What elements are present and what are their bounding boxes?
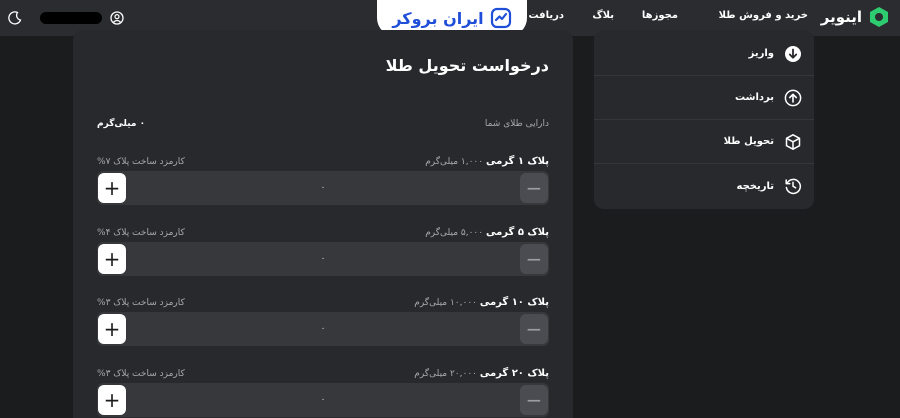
wallet-sidebar: واریز برداشت تحویل طلا تاریخچه (594, 30, 814, 209)
plate-title: پلاک ۱ گرمی (485, 156, 549, 167)
increase-button[interactable]: + (98, 244, 126, 274)
redacted-username (40, 12, 102, 24)
history-icon (785, 178, 801, 195)
balance-value: ۰ میلی‌گرم (97, 119, 146, 129)
quantity-stepper: ۰ + − (97, 383, 549, 417)
decrease-button[interactable]: − (520, 314, 548, 344)
brand-logo-icon (870, 7, 888, 27)
plate-weight: ۱۰,۰۰۰ میلی‌گرم (414, 298, 477, 308)
decrease-button[interactable]: − (520, 244, 548, 274)
plate-weight: ۵,۰۰۰ میلی‌گرم (425, 228, 484, 238)
plate-title: پلاک ۵ گرمی (485, 227, 549, 238)
sidebar-item-gold-delivery[interactable]: تحویل طلا (594, 120, 814, 164)
arrow-down-circle-icon (785, 45, 801, 62)
brand-name: اینویر (820, 8, 862, 26)
sidebar-item-history[interactable]: تاریخچه (594, 164, 814, 208)
sidebar-item-label: واریز (748, 48, 774, 59)
plate-1g-heading: پلاک ۱ گرمی ۱,۰۰۰ میلی‌گرم (425, 156, 549, 167)
box-icon (785, 133, 801, 150)
arrow-up-circle-icon (784, 89, 802, 106)
increase-button[interactable]: + (98, 385, 126, 415)
sidebar-item-label: تاریخچه (736, 180, 775, 192)
nav-buy-sell-gold[interactable]: خرید و فروش طلا (719, 10, 808, 21)
decrease-button[interactable]: − (520, 385, 548, 415)
plate-title: پلاک ۱۰ گرمی (479, 297, 549, 308)
watermark-logo-icon (490, 7, 511, 29)
sidebar-item-deposit[interactable]: واریز (594, 32, 814, 76)
plate-fee: کارمزد ساخت پلاک ۳% (97, 298, 185, 308)
sidebar-item-label: برداشت (735, 92, 774, 103)
gold-delivery-card: درخواست تحویل طلا دارایی طلای شما ۰ میلی… (73, 30, 573, 418)
quantity-stepper: ۰ + − (97, 312, 549, 346)
quantity-value: ۰ (320, 395, 326, 405)
watermark-text: ایران بروکر (392, 8, 484, 28)
quantity-value: ۰ (320, 324, 326, 334)
quantity-stepper: ۰ + − (97, 171, 549, 205)
user-icon[interactable] (110, 11, 124, 25)
balance-label: دارایی طلای شما (484, 119, 549, 129)
top-left-controls (8, 9, 124, 27)
nav-blog[interactable]: بلاگ (592, 10, 614, 21)
plate-fee: کارمزد ساخت پلاک ۳% (97, 369, 185, 379)
quantity-value: ۰ (320, 183, 326, 193)
plate-weight: ۱,۰۰۰ میلی‌گرم (425, 157, 484, 167)
decrease-button[interactable]: − (520, 173, 548, 203)
page-title: درخواست تحویل طلا (385, 56, 549, 75)
increase-button[interactable]: + (98, 314, 126, 344)
sidebar-item-label: تحویل طلا (723, 136, 774, 147)
plate-20g-heading: پلاک ۲۰ گرمی ۲۰,۰۰۰ میلی‌گرم (414, 368, 549, 379)
plate-fee: کارمزد ساخت پلاک ۴% (97, 228, 185, 238)
moon-icon[interactable] (8, 11, 22, 25)
plate-5g-heading: پلاک ۵ گرمی ۵,۰۰۰ میلی‌گرم (425, 227, 549, 238)
plate-fee: کارمزد ساخت پلاک ۷% (97, 157, 185, 167)
brand[interactable]: اینویر (821, 5, 890, 29)
nav-licenses[interactable]: مجوزها (642, 10, 678, 21)
plate-10g-heading: پلاک ۱۰ گرمی ۱۰,۰۰۰ میلی‌گرم (414, 297, 549, 308)
plate-weight: ۲۰,۰۰۰ میلی‌گرم (414, 369, 477, 379)
increase-button[interactable]: + (98, 173, 126, 203)
quantity-value: ۰ (320, 254, 326, 264)
sidebar-item-withdraw[interactable]: برداشت (594, 76, 814, 120)
plate-title: پلاک ۲۰ گرمی (479, 368, 549, 379)
quantity-stepper: ۰ + − (97, 242, 549, 276)
